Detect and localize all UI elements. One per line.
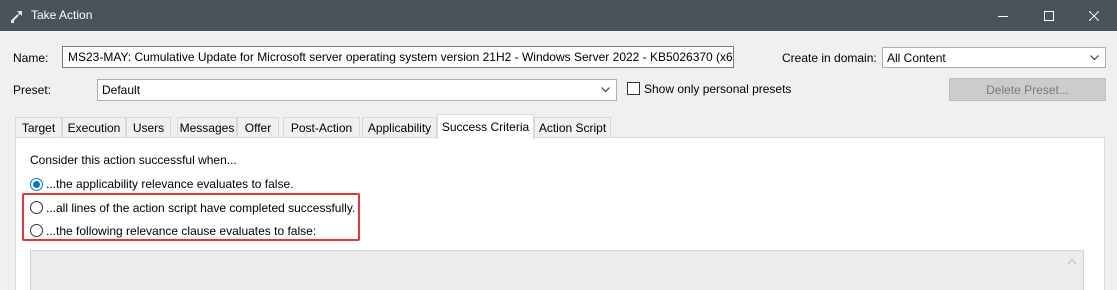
preset-value: Default (102, 83, 141, 97)
name-label: Name: (13, 51, 49, 65)
tab-label: Post-Action (290, 121, 353, 135)
close-button[interactable] (1071, 0, 1117, 31)
name-value: MS23-MAY: Cumulative Update for Microsof… (68, 50, 734, 64)
window-title: Take Action (31, 8, 93, 22)
tab-label: Action Script (538, 121, 607, 135)
domain-label: Create in domain: (782, 51, 877, 65)
chevron-down-icon (601, 87, 610, 93)
name-field[interactable]: MS23-MAY: Cumulative Update for Microsof… (62, 46, 734, 68)
tab-applicability[interactable]: Applicability (362, 117, 437, 138)
radio-applicability-false[interactable] (30, 178, 43, 191)
chevron-down-icon (1090, 54, 1099, 60)
tab-label: Offer (244, 121, 272, 135)
domain-select[interactable]: All Content (882, 47, 1106, 68)
tab-offer[interactable]: Offer (237, 117, 279, 138)
preset-label: Preset: (13, 83, 52, 97)
scroll-up-icon[interactable] (1067, 258, 1077, 265)
tab-label: Messages (179, 121, 235, 135)
tab-post-action[interactable]: Post-Action (283, 117, 360, 138)
minimize-button[interactable] (980, 0, 1026, 31)
success-criteria-heading: Consider this action successful when... (30, 153, 237, 167)
domain-value: All Content (887, 50, 946, 65)
personal-presets-label: Show only personal presets (644, 82, 792, 96)
personal-presets-checkbox[interactable] (627, 82, 640, 95)
tab-action-script[interactable]: Action Script (534, 117, 611, 138)
tab-label: Success Criteria (441, 120, 530, 134)
take-action-icon (11, 11, 22, 23)
close-icon (1089, 10, 1099, 21)
delete-preset-label: Delete Preset... (986, 82, 1069, 97)
tab-label: Execution (67, 121, 121, 135)
tab-success-criteria[interactable]: Success Criteria (437, 114, 534, 139)
radio-applicability-false-label: ...the applicability relevance evaluates… (46, 177, 294, 191)
tab-label: Users (132, 121, 165, 135)
tab-target[interactable]: Target (15, 117, 62, 138)
tab-users[interactable]: Users (126, 117, 171, 138)
tab-execution[interactable]: Execution (62, 117, 126, 138)
maximize-icon (1044, 10, 1054, 21)
title-bar: Take Action (0, 0, 1117, 31)
highlight-box (22, 193, 360, 241)
tab-label: Target (21, 121, 56, 135)
delete-preset-button[interactable]: Delete Preset... (949, 78, 1106, 101)
maximize-button[interactable] (1026, 0, 1072, 31)
tab-label: Applicability (367, 121, 432, 135)
relevance-clause-field[interactable] (30, 250, 1084, 290)
minimize-icon (998, 15, 1008, 17)
tab-messages[interactable]: Messages (177, 117, 237, 138)
preset-select[interactable]: Default (97, 79, 617, 101)
